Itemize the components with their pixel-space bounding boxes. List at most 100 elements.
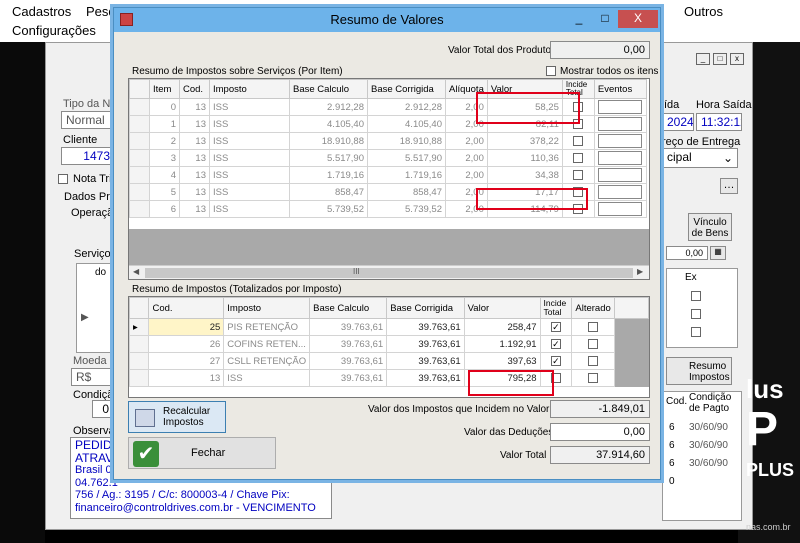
eventos-cell[interactable] xyxy=(593,183,647,201)
menu-outros[interactable]: Outros xyxy=(684,4,723,19)
row-indicator[interactable] xyxy=(129,369,150,387)
nota-triang-checkbox[interactable] xyxy=(58,174,68,184)
table-row[interactable]: 13 ISS 39.763,61 39.763,61 795,28 xyxy=(129,369,649,387)
close-button[interactable]: X xyxy=(618,10,658,28)
table-row[interactable]: 3 13 ISS 5.517,90 5.517,90 2,00 110,36 xyxy=(129,149,647,167)
incide-checkbox-checked[interactable]: ✓ xyxy=(550,321,561,332)
table-row[interactable]: ▸ 25 PIS RETENÇÃO 39.763,61 39.763,61 25… xyxy=(129,318,649,336)
servicos-hscrollbar[interactable]: ◀ III ▶ xyxy=(129,265,649,279)
table-row[interactable]: 27 CSLL RETENÇÃO 39.763,61 39.763,61 397… xyxy=(129,352,649,370)
row-indicator[interactable] xyxy=(129,352,150,370)
scroll-left-icon[interactable]: ◀ xyxy=(133,267,139,276)
menu-configuracoes[interactable]: Configurações xyxy=(12,23,96,38)
hora-saida-field[interactable]: 11:32:12 xyxy=(696,113,742,131)
vinculo-bens-button[interactable]: Vínculo de Bens xyxy=(688,213,732,241)
alterado-checkbox[interactable] xyxy=(588,321,599,332)
eventos-cell[interactable] xyxy=(593,115,647,133)
cliente-field[interactable]: 1473 xyxy=(61,147,115,165)
dialog-titlebar[interactable]: Resumo de Valores _ □ X xyxy=(114,8,660,32)
fechar-button[interactable]: ✔ Fechar xyxy=(128,437,276,469)
col-header[interactable]: Eventos xyxy=(593,79,647,99)
col-header[interactable]: Base Corrigida xyxy=(367,79,446,99)
row-indicator[interactable] xyxy=(129,200,150,218)
menu-cadastros[interactable]: Cadastros xyxy=(12,4,71,19)
incide-checkbox-checked[interactable]: ✓ xyxy=(550,355,561,366)
endereco-entrega-select[interactable]: cipal ⌄ xyxy=(662,148,738,168)
alterado-checkbox[interactable] xyxy=(588,355,599,366)
data-saida-field[interactable]: 2024 xyxy=(662,113,694,131)
ellipsis-button[interactable]: … xyxy=(720,178,738,194)
menu-pesquisa[interactable]: Pesq xyxy=(86,4,116,19)
eventos-field[interactable] xyxy=(597,202,642,216)
calculator-icon[interactable]: ▦ xyxy=(710,246,726,260)
incide-checkbox[interactable] xyxy=(573,152,584,163)
table-row[interactable]: 26 COFINS RETEN... 39.763,61 39.763,61 1… xyxy=(129,335,649,353)
table-row[interactable]: 4 13 ISS 1.719,16 1.719,16 2,00 34,38 xyxy=(129,166,647,184)
incide-checkbox[interactable] xyxy=(573,169,584,180)
col-header[interactable]: Valor xyxy=(463,297,541,319)
eventos-field[interactable] xyxy=(597,134,642,148)
row-indicator[interactable] xyxy=(129,183,150,201)
col-header[interactable]: Incide Total xyxy=(539,297,573,319)
ex-checkbox[interactable] xyxy=(691,291,701,301)
incide-cell[interactable] xyxy=(561,132,595,150)
eventos-cell[interactable] xyxy=(593,98,647,116)
incide-cell[interactable]: ✓ xyxy=(539,318,573,336)
eventos-field[interactable] xyxy=(597,100,642,114)
eventos-field[interactable] xyxy=(597,168,642,182)
row-indicator[interactable] xyxy=(129,132,150,150)
eventos-cell[interactable] xyxy=(593,149,647,167)
row-indicator[interactable] xyxy=(129,115,150,133)
ex-checkbox[interactable] xyxy=(691,327,701,337)
minimize-button[interactable]: _ xyxy=(566,10,592,28)
tipo-nota-field[interactable]: Normal xyxy=(61,111,115,129)
row-indicator[interactable] xyxy=(129,98,150,116)
alterado-cell[interactable] xyxy=(571,369,615,387)
col-header[interactable]: Imposto xyxy=(209,79,290,99)
alterado-cell[interactable] xyxy=(571,335,615,353)
eventos-cell[interactable] xyxy=(593,132,647,150)
row-indicator[interactable] xyxy=(129,335,150,353)
row-indicator[interactable]: ▸ xyxy=(129,318,150,336)
table-row[interactable]: 2 13 ISS 18.910,88 18.910,88 2,00 378,22 xyxy=(129,132,647,150)
bg-minimize-button[interactable]: _ xyxy=(696,53,710,65)
maximize-button[interactable]: □ xyxy=(592,10,618,28)
col-header[interactable]: Item xyxy=(149,79,180,99)
eventos-field[interactable] xyxy=(597,185,642,199)
incide-cell[interactable]: ✓ xyxy=(539,352,573,370)
col-header[interactable]: Base Calculo xyxy=(289,79,368,99)
scroll-right-icon[interactable]: ▶ xyxy=(637,267,643,276)
eventos-cell[interactable] xyxy=(593,166,647,184)
incide-cell[interactable] xyxy=(561,166,595,184)
alterado-cell[interactable] xyxy=(571,318,615,336)
col-header[interactable]: Cod. xyxy=(148,297,225,319)
col-header[interactable]: Imposto xyxy=(223,297,311,319)
incide-checkbox-checked[interactable]: ✓ xyxy=(550,338,561,349)
condicao-field[interactable]: 0 xyxy=(92,400,114,418)
alterado-cell[interactable] xyxy=(571,352,615,370)
cod-cell: 13 xyxy=(179,149,210,167)
bg-maximize-button[interactable]: □ xyxy=(713,53,727,65)
alterado-checkbox[interactable] xyxy=(588,338,599,349)
bg-close-button[interactable]: x xyxy=(730,53,744,65)
ex-checkbox[interactable] xyxy=(691,309,701,319)
incide-cell[interactable]: ✓ xyxy=(539,335,573,353)
eventos-field[interactable] xyxy=(597,151,642,165)
eventos-cell[interactable] xyxy=(593,200,647,218)
eventos-field[interactable] xyxy=(597,117,642,131)
col-header[interactable]: Base Calculo xyxy=(309,297,388,319)
valor-deducoes-field[interactable]: 0,00 xyxy=(550,423,650,441)
scroll-thumb[interactable] xyxy=(145,268,633,278)
row-indicator[interactable] xyxy=(129,166,150,184)
mostrar-todos-checkbox[interactable] xyxy=(546,66,556,76)
col-header[interactable]: Base Corrigida xyxy=(386,297,465,319)
alterado-checkbox[interactable] xyxy=(588,372,599,383)
row-indicator[interactable] xyxy=(129,149,150,167)
col-header[interactable]: Alterado xyxy=(571,297,615,319)
recalcular-impostos-button[interactable]: Recalcular Impostos xyxy=(128,401,226,433)
incide-cell[interactable] xyxy=(561,149,595,167)
resumo-impostos-button[interactable]: Resumo Impostos xyxy=(666,357,732,385)
col-header[interactable]: Cod. xyxy=(179,79,210,99)
incide-checkbox[interactable] xyxy=(573,135,584,146)
moeda-field[interactable]: R$ xyxy=(71,368,115,386)
